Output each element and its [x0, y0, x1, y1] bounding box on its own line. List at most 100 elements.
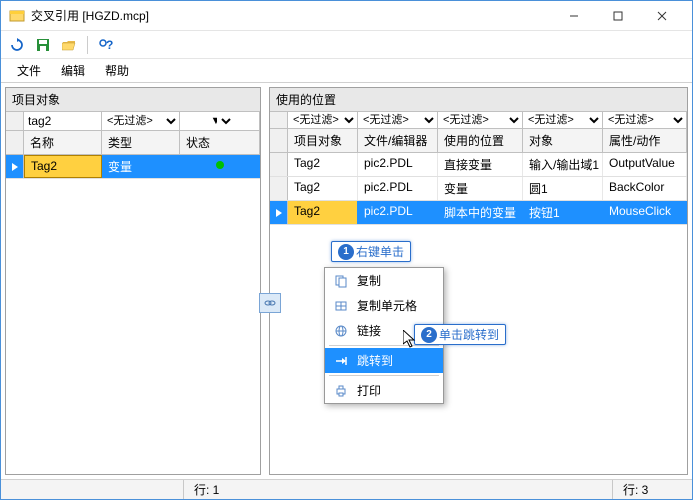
close-button[interactable] [640, 2, 684, 30]
status-dot-icon [216, 161, 224, 169]
cell: Tag2 [288, 201, 358, 224]
svg-text:?: ? [106, 38, 113, 52]
status-left: 行: 1 [183, 480, 263, 499]
status-right: 行: 3 [612, 480, 692, 499]
minimize-button[interactable] [552, 2, 596, 30]
row-indicator [6, 155, 24, 178]
cell: pic2.PDL [358, 153, 438, 176]
menu-help[interactable]: 帮助 [95, 59, 139, 82]
right-panel-header: 使用的位置 [270, 88, 687, 112]
cell-type: 变量 [102, 155, 180, 178]
cell: MouseClick [603, 201, 687, 224]
table-row-selected[interactable]: Tag2 pic2.PDL 脚本中的变量 按钮1 MouseClick [270, 201, 687, 225]
maximize-button[interactable] [596, 2, 640, 30]
right-grid-head: 项目对象 文件/编辑器 使用的位置 对象 属性/动作 [270, 129, 687, 153]
cell: pic2.PDL [358, 201, 438, 224]
content-area: 项目对象 <无过滤> ▼ 名称 类型 状态 Tag2 变量 [1, 83, 692, 479]
copy-cell-icon [333, 298, 349, 314]
cm-link-label: 链接 [357, 322, 381, 339]
left-grid-head: 名称 类型 状态 [6, 131, 260, 155]
col-attr[interactable]: 属性/动作 [603, 129, 687, 152]
col-loc[interactable]: 使用的位置 [438, 129, 523, 152]
splitter-link-button[interactable] [259, 293, 281, 313]
cm-goto-label: 跳转到 [357, 352, 393, 369]
col-target[interactable]: 对象 [523, 129, 603, 152]
cell: OutputValue [603, 153, 687, 176]
table-row[interactable]: Tag2 pic2.PDL 直接变量 输入/输出域1 OutputValue [270, 153, 687, 177]
link-icon [263, 298, 277, 308]
cm-copy-cell[interactable]: 复制单元格 [325, 293, 443, 318]
cell: Tag2 [288, 177, 358, 200]
left-filter-row: <无过滤> ▼ [6, 112, 260, 131]
cell: 脚本中的变量 [438, 201, 523, 224]
refresh-button[interactable] [7, 35, 27, 55]
callout-1-text: 右键单击 [356, 243, 404, 260]
cm-separator [329, 375, 439, 376]
cm-goto[interactable]: 跳转到 [325, 348, 443, 373]
col-file[interactable]: 文件/编辑器 [358, 129, 438, 152]
filter-2[interactable]: <无过滤> [358, 112, 437, 128]
toolbar-separator [87, 36, 88, 54]
filter-type-select[interactable]: <无过滤> [102, 113, 179, 129]
callout-2-num: 2 [421, 327, 437, 343]
left-row-selected[interactable]: Tag2 变量 [6, 155, 260, 179]
filter-name-input[interactable] [24, 112, 101, 130]
save-button[interactable] [33, 35, 53, 55]
cm-copy-cell-label: 复制单元格 [357, 297, 417, 314]
menu-edit[interactable]: 编辑 [51, 59, 95, 82]
cell: 直接变量 [438, 153, 523, 176]
callout-2-text: 单击跳转到 [439, 326, 499, 343]
cm-copy-label: 复制 [357, 272, 381, 289]
cell-status [180, 155, 260, 178]
row-indicator [270, 201, 288, 224]
col-name[interactable]: 名称 [24, 131, 102, 154]
goto-icon [333, 353, 349, 369]
cell: pic2.PDL [358, 177, 438, 200]
cm-print-label: 打印 [357, 382, 381, 399]
col-obj[interactable]: 项目对象 [288, 129, 358, 152]
cell: BackColor [603, 177, 687, 200]
cm-copy[interactable]: 复制 [325, 268, 443, 293]
filter-1[interactable]: <无过滤> [288, 112, 357, 128]
right-filter-row: <无过滤> <无过滤> <无过滤> <无过滤> <无过滤> [270, 112, 687, 129]
filter-4[interactable]: <无过滤> [523, 112, 602, 128]
print-icon [333, 383, 349, 399]
left-filter-handle [6, 112, 24, 130]
app-window: 交叉引用 [HGZD.mcp] ? 文件 编辑 帮助 项目对象 <无过滤> ▼ [0, 0, 693, 500]
open-button[interactable] [59, 35, 79, 55]
right-head-handle [270, 129, 288, 152]
row-handle [270, 177, 288, 200]
col-type[interactable]: 类型 [102, 131, 180, 154]
cursor-icon [403, 330, 417, 348]
left-head-handle [6, 131, 24, 154]
statusbar: 行: 1 行: 3 [1, 479, 692, 499]
toolbar: ? [1, 31, 692, 59]
callout-1: 1 右键单击 [331, 241, 411, 262]
menubar: 文件 编辑 帮助 [1, 59, 692, 83]
titlebar: 交叉引用 [HGZD.mcp] [1, 1, 692, 31]
cell-name: Tag2 [24, 155, 102, 178]
right-filter-handle [270, 112, 288, 128]
row-handle [270, 153, 288, 176]
col-status[interactable]: 状态 [180, 131, 260, 154]
left-panel: 项目对象 <无过滤> ▼ 名称 类型 状态 Tag2 变量 [5, 87, 261, 475]
callout-2: 2 单击跳转到 [414, 324, 506, 345]
callout-1-num: 1 [338, 244, 354, 260]
cm-print[interactable]: 打印 [325, 378, 443, 403]
help-button[interactable]: ? [96, 35, 116, 55]
table-row[interactable]: Tag2 pic2.PDL 变量 圆1 BackColor [270, 177, 687, 201]
window-title: 交叉引用 [HGZD.mcp] [31, 7, 552, 24]
cell: Tag2 [288, 153, 358, 176]
link-menu-icon [333, 323, 349, 339]
left-panel-header: 项目对象 [6, 88, 260, 112]
filter-status-select[interactable]: ▼ [206, 113, 234, 129]
cm-separator [329, 345, 439, 346]
filter-5[interactable]: <无过滤> [603, 112, 686, 128]
copy-icon [333, 273, 349, 289]
menu-file[interactable]: 文件 [7, 59, 51, 82]
cell: 按钮1 [523, 201, 603, 224]
cell: 变量 [438, 177, 523, 200]
cell: 输入/输出域1 [523, 153, 603, 176]
app-icon [9, 8, 25, 24]
filter-3[interactable]: <无过滤> [438, 112, 522, 128]
